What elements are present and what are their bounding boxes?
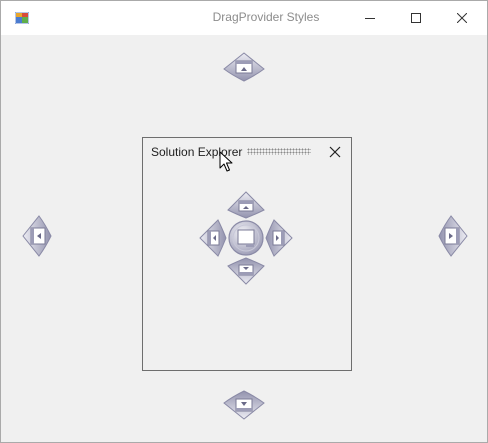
panel-caption[interactable]: Solution Explorer xyxy=(143,138,351,166)
close-button[interactable] xyxy=(439,1,485,35)
dock-center-top-icon xyxy=(238,200,254,212)
dock-center-left[interactable] xyxy=(199,219,227,257)
dock-center-right[interactable] xyxy=(265,219,293,257)
close-icon xyxy=(329,146,341,158)
dock-center-top[interactable] xyxy=(227,191,265,219)
dock-left-icon xyxy=(30,227,46,245)
mouse-cursor-icon xyxy=(219,151,233,172)
dock-center-tabbed[interactable] xyxy=(228,220,264,256)
title-bar[interactable]: DragProvider Styles xyxy=(1,1,487,35)
dock-center-left-icon xyxy=(207,230,220,246)
dock-center-tabbed-icon xyxy=(237,229,255,247)
maximize-icon xyxy=(411,13,421,23)
dock-top-icon xyxy=(235,60,253,74)
dock-top-indicator[interactable] xyxy=(222,51,266,83)
panel-close-button[interactable] xyxy=(327,144,343,160)
dock-right-icon xyxy=(444,227,460,245)
minimize-button[interactable] xyxy=(347,1,393,35)
close-icon xyxy=(457,13,467,23)
dock-center-bottom[interactable] xyxy=(227,257,265,285)
dock-center-right-icon xyxy=(272,230,285,246)
minimize-icon xyxy=(365,18,375,19)
panel-grip[interactable] xyxy=(247,148,311,155)
dock-center-guide xyxy=(199,191,293,285)
dock-bottom-indicator[interactable] xyxy=(222,389,266,421)
dock-left-indicator[interactable] xyxy=(21,214,53,258)
dock-center-bottom-icon xyxy=(238,264,254,276)
app-window: DragProvider Styles Solution Explorer xyxy=(0,0,488,443)
maximize-button[interactable] xyxy=(393,1,439,35)
dock-right-indicator[interactable] xyxy=(437,214,469,258)
dock-bottom-icon xyxy=(235,398,253,412)
